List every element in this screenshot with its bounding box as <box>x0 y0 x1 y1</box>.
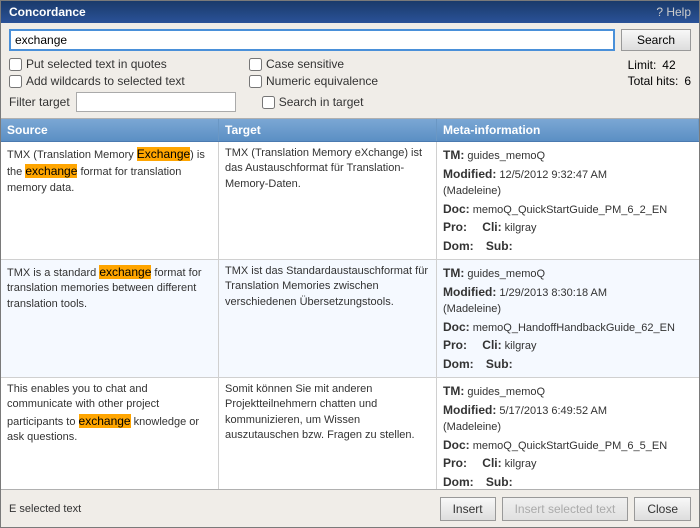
highlight: Exchange <box>137 147 190 161</box>
search-in-target-option[interactable]: Search in target <box>262 95 364 109</box>
limit-value: 42 <box>662 58 675 72</box>
meta-cell: TM: guides_memoQ Modified: 5/17/2013 6:4… <box>437 378 699 489</box>
col-header-source: Source <box>1 119 219 141</box>
put-in-quotes-label: Put selected text in quotes <box>26 57 167 71</box>
put-in-quotes-checkbox[interactable] <box>9 58 22 71</box>
total-line: Total hits: 6 <box>628 74 691 88</box>
highlight: exchange <box>25 164 77 178</box>
table-body[interactable]: TMX (Translation Memory Exchange) is the… <box>1 142 699 489</box>
numeric-equivalence-checkbox[interactable] <box>249 75 262 88</box>
help-link[interactable]: ? Help <box>656 5 691 19</box>
title-bar: Concordance ? Help <box>1 1 699 23</box>
case-sensitive-checkbox[interactable] <box>249 58 262 71</box>
put-in-quotes-option[interactable]: Put selected text in quotes <box>9 57 239 71</box>
numeric-equivalence-option[interactable]: Numeric equivalence <box>249 74 449 88</box>
limit-line: Limit: 42 <box>628 58 691 72</box>
source-cell: TMX (Translation Memory Exchange) is the… <box>1 142 219 259</box>
option-col-1: Put selected text in quotes Add wildcard… <box>9 57 239 88</box>
insert-selected-button[interactable]: Insert selected text <box>502 497 629 521</box>
add-wildcards-checkbox[interactable] <box>9 75 22 88</box>
col-header-target: Target <box>219 119 437 141</box>
search-input[interactable] <box>9 29 615 51</box>
filter-row: Filter target Search in target <box>9 92 691 112</box>
footer: E selected text Insert Insert selected t… <box>1 489 699 527</box>
case-sensitive-label: Case sensitive <box>266 57 344 71</box>
dialog-title: Concordance <box>9 5 86 19</box>
search-in-target-checkbox[interactable] <box>262 96 275 109</box>
numeric-equivalence-label: Numeric equivalence <box>266 74 378 88</box>
options-row-1: Put selected text in quotes Add wildcard… <box>9 57 691 88</box>
table-row[interactable]: TMX (Translation Memory Exchange) is the… <box>1 142 699 260</box>
insert-button[interactable]: Insert <box>440 497 496 521</box>
meta-cell: TM: guides_memoQ Modified: 12/5/2012 9:3… <box>437 142 699 259</box>
source-cell: TMX is a standard exchange format for tr… <box>1 260 219 377</box>
options-wrapper: Put selected text in quotes Add wildcard… <box>9 57 691 112</box>
target-cell: TMX (Translation Memory eXchange) ist da… <box>219 142 437 259</box>
highlight: exchange <box>79 414 131 428</box>
table-row[interactable]: TMX is a standard exchange format for tr… <box>1 260 699 378</box>
filter-target-input[interactable] <box>76 92 236 112</box>
col-header-meta: Meta-information <box>437 119 699 141</box>
case-sensitive-option[interactable]: Case sensitive <box>249 57 449 71</box>
concordance-dialog: Concordance ? Help Search Put selected t… <box>0 0 700 528</box>
add-wildcards-label: Add wildcards to selected text <box>26 74 185 88</box>
close-button[interactable]: Close <box>634 497 691 521</box>
option-col-2: Case sensitive Numeric equivalence <box>249 57 449 88</box>
search-button[interactable]: Search <box>621 29 691 51</box>
filter-target-label: Filter target <box>9 95 70 109</box>
source-cell: This enables you to chat and communicate… <box>1 378 219 489</box>
target-cell: TMX ist das Standardaustauschformat für … <box>219 260 437 377</box>
selected-text-note: E selected text <box>9 503 81 515</box>
table-container: Source Target Meta-information TMX (Tran… <box>1 119 699 489</box>
highlight: exchange <box>99 265 151 279</box>
limit-label: Limit: <box>628 58 657 72</box>
target-cell: Somit können Sie mit anderen Projektteil… <box>219 378 437 489</box>
add-wildcards-option[interactable]: Add wildcards to selected text <box>9 74 239 88</box>
search-in-target-label: Search in target <box>279 95 364 109</box>
toolbar: Search Put selected text in quotes Add w… <box>1 23 699 119</box>
table-header: Source Target Meta-information <box>1 119 699 142</box>
total-hits-value: 6 <box>684 74 691 88</box>
search-row: Search <box>9 29 691 51</box>
meta-cell: TM: guides_memoQ Modified: 1/29/2013 8:3… <box>437 260 699 377</box>
table-row[interactable]: This enables you to chat and communicate… <box>1 378 699 489</box>
total-hits-label: Total hits: <box>628 74 679 88</box>
limit-total-col: Limit: 42 Total hits: 6 <box>628 58 691 88</box>
